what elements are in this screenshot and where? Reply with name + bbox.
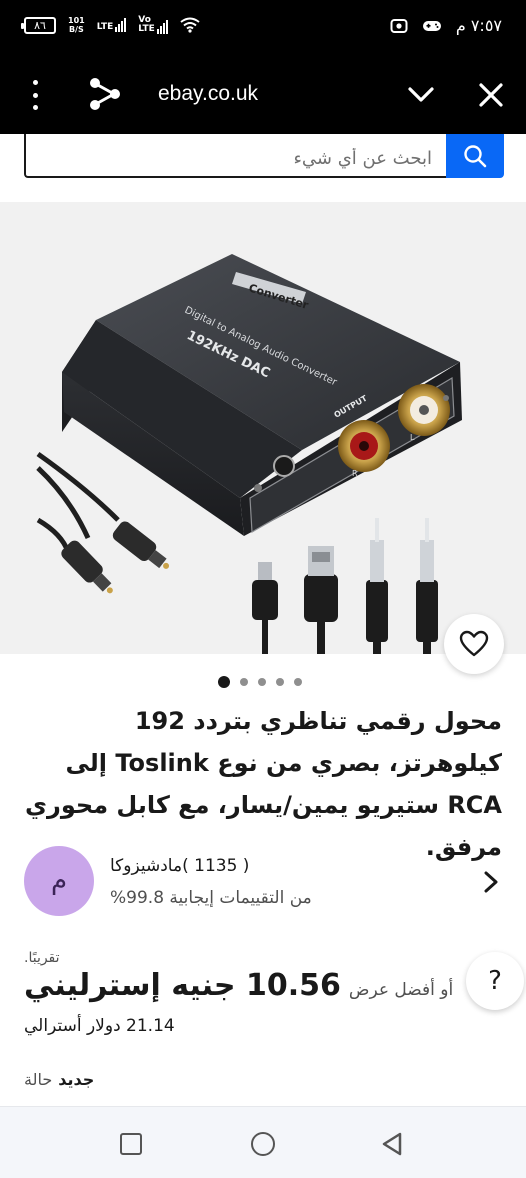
condition-label: حالة <box>24 1070 53 1089</box>
best-offer-label: أو أفضل عرض <box>348 980 454 1000</box>
status-right: ٧:٥٧ م <box>390 16 502 35</box>
seller-positive-label: من التقييمات إيجابية <box>169 888 312 908</box>
watchlist-button[interactable] <box>444 614 504 674</box>
volte-bottom: LTE <box>138 24 155 34</box>
status-bar: ٨٦ 101 B/S LTE Vo LTE ٧:٥٧ م <box>0 0 526 56</box>
pagination-dot[interactable] <box>258 678 266 686</box>
close-icon[interactable] <box>474 78 508 112</box>
price-approx-label: تقريبًا. <box>24 950 60 966</box>
condition-value: جديد <box>58 1070 95 1089</box>
price-amount: 10.56 جنيه إسترليني <box>24 968 341 1003</box>
heart-icon <box>459 630 489 657</box>
browser-toolbar: ebay.co.uk <box>0 56 526 134</box>
pagination-dot-active[interactable] <box>218 676 230 688</box>
converted-price: 21.14 دولار أسترالي <box>24 1016 175 1036</box>
url-text[interactable]: ebay.co.uk <box>158 82 258 106</box>
pagination-dot[interactable] <box>276 678 284 686</box>
wifi-icon <box>180 17 200 33</box>
seller-name-row[interactable]: ( 1135 )مادشيزوكا <box>110 856 249 876</box>
jack-right-label: R <box>352 469 358 478</box>
system-nav-bar <box>0 1106 526 1178</box>
search-icon <box>464 145 487 168</box>
jack-left-label: L <box>410 433 415 442</box>
network-speed: 101 B/S <box>68 16 85 34</box>
search-bar <box>24 134 504 178</box>
network-lte-label: LTE <box>96 22 114 32</box>
product-image: Converter Digital to Analog Audio Conver… <box>36 254 462 654</box>
signal-bars-icon-2 <box>156 20 168 34</box>
pagination-dot[interactable] <box>294 678 302 686</box>
product-title: محول رقمي تناظري بتردد 192 كيلوهرتز، بصر… <box>25 707 502 861</box>
menu-kebab-icon[interactable] <box>30 80 40 110</box>
seller-name: مادشيزوكا <box>110 856 183 876</box>
help-button[interactable]: ? <box>466 952 524 1010</box>
signal-bars-icon <box>115 18 127 32</box>
recent-apps-icon[interactable] <box>120 1133 142 1155</box>
price-row: أو أفضل عرض 10.56 جنيه إسترليني <box>24 968 453 1003</box>
battery-icon: ٨٦ <box>21 16 56 34</box>
pagination-dot[interactable] <box>240 678 248 686</box>
chevron-down-icon[interactable] <box>404 78 438 112</box>
home-icon[interactable] <box>251 1132 275 1156</box>
gamepad-icon <box>422 20 441 31</box>
image-pagination <box>218 676 302 688</box>
battery-level: ٨٦ <box>34 18 46 32</box>
clock: ٧:٥٧ م <box>455 16 502 35</box>
share-icon[interactable] <box>88 76 122 112</box>
chevron-right-icon[interactable] <box>478 866 506 898</box>
seller-feedback-count: ( 1135 ) <box>182 856 250 876</box>
page: ٨٦ 101 B/S LTE Vo LTE ٧:٥٧ م ebay.co.uk … <box>0 0 526 1178</box>
status-left: ٨٦ 101 B/S LTE Vo LTE <box>21 16 200 34</box>
search-input[interactable] <box>24 134 446 178</box>
seller-positive-percent: 99.8% <box>110 888 165 908</box>
search-button[interactable] <box>446 134 504 178</box>
screen-record-icon <box>390 18 408 33</box>
network-lte-1: LTE <box>97 18 127 32</box>
back-icon[interactable] <box>380 1131 404 1157</box>
condition-row: جديد حالة <box>24 1070 94 1089</box>
seller-avatar[interactable]: م <box>24 846 94 916</box>
network-speed-value: 101 <box>68 16 85 25</box>
seller-feedback-row: من التقييمات إيجابية 99.8% <box>110 888 312 908</box>
network-speed-unit: B/S <box>68 25 84 34</box>
network-volte: Vo LTE <box>138 16 168 34</box>
product-image-gallery[interactable]: Converter Digital to Analog Audio Conver… <box>0 202 526 654</box>
